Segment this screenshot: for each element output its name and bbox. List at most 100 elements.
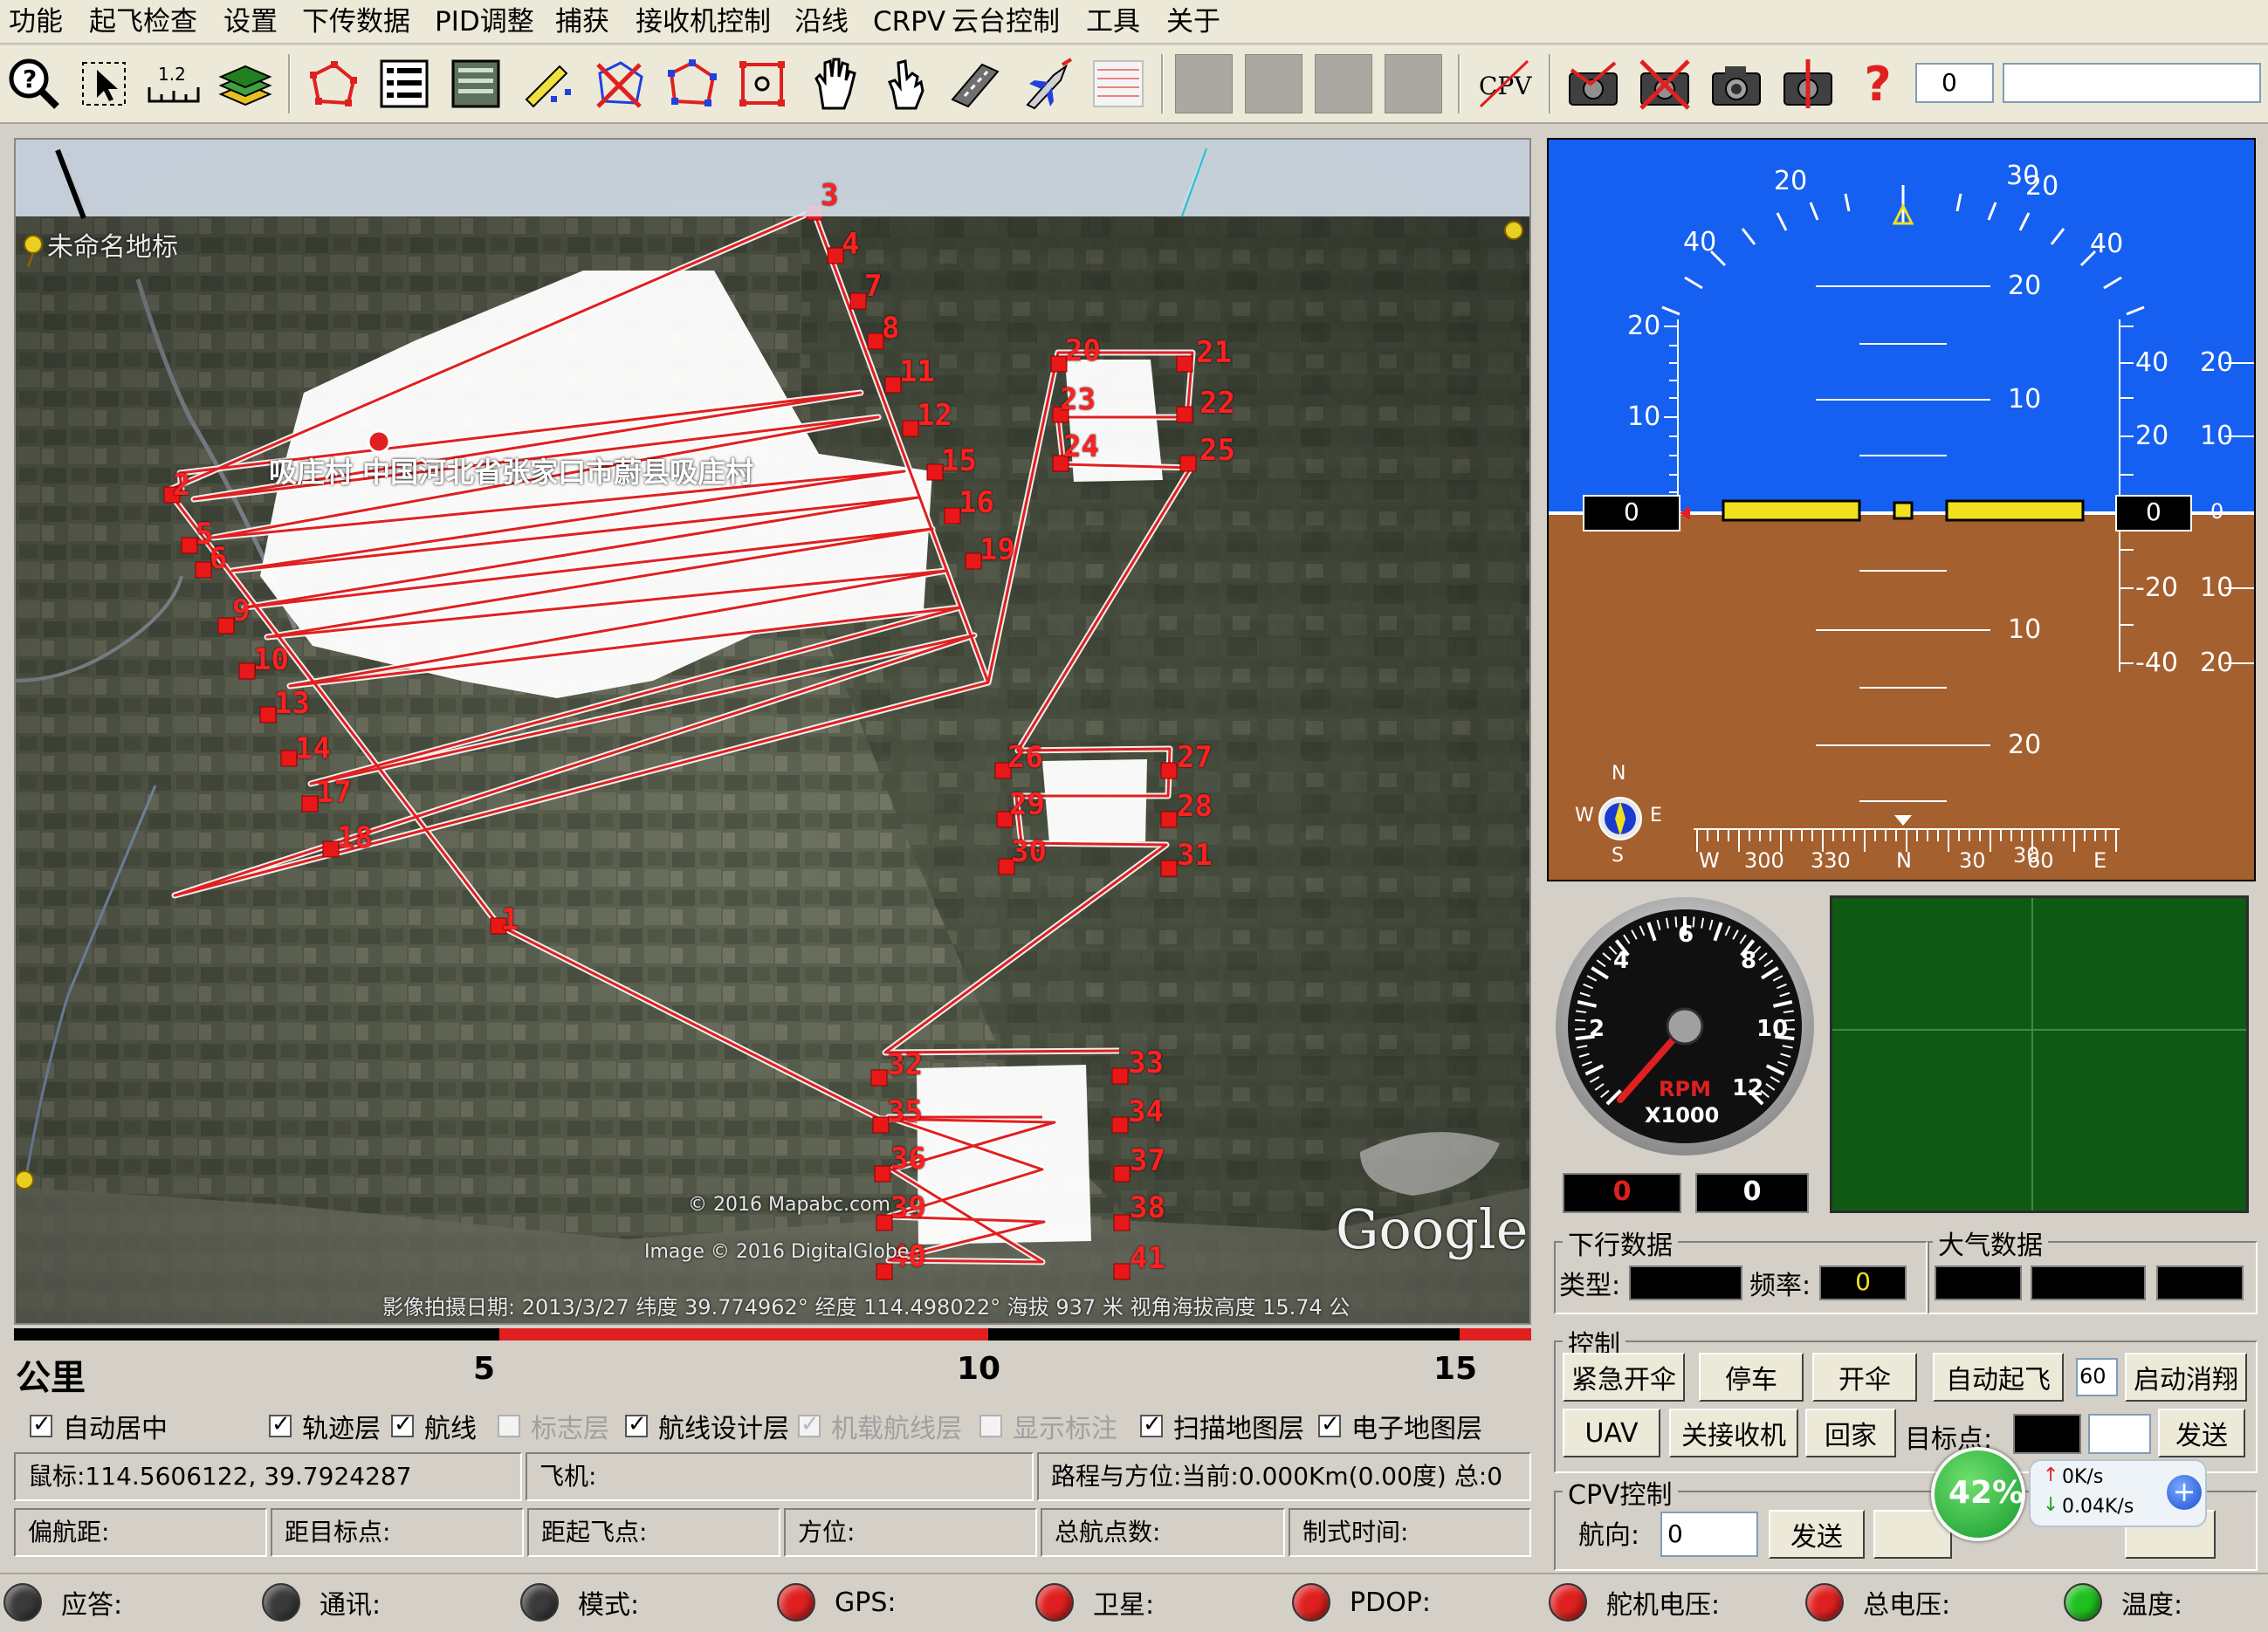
toolbar-text-input[interactable]	[2003, 63, 2261, 103]
map-place-label[interactable]: 吸庄村 中国河北省张家口市蔚县吸庄村	[269, 450, 753, 490]
checkbox-auto-center[interactable]: 自动居中	[30, 1407, 168, 1445]
disabled-button[interactable]	[1175, 54, 1233, 113]
menu-crpv[interactable]: CRPV	[873, 5, 945, 38]
waypoint-label[interactable]: 3	[821, 180, 838, 211]
waypoint-label[interactable]: 2	[173, 470, 190, 501]
waypoint-label[interactable]: 26	[1007, 742, 1043, 773]
disabled-button[interactable]	[1385, 54, 1442, 113]
disabled-button[interactable]	[1315, 54, 1372, 113]
camera-off-icon[interactable]	[1634, 52, 1695, 115]
hand-point-icon[interactable]	[873, 52, 934, 115]
checkbox-e-map-layer[interactable]: 电子地图层	[1318, 1407, 1482, 1445]
add-icon[interactable]: +	[2167, 1475, 2202, 1510]
menu-function[interactable]: 功能	[9, 5, 63, 38]
waypoint-label[interactable]: 33	[1128, 1047, 1164, 1079]
waypoint-label[interactable]: 38	[1130, 1192, 1165, 1224]
checkbox-track-layer[interactable]: 轨迹层	[269, 1407, 381, 1445]
engine-stop-button[interactable]: 停车	[1699, 1353, 1804, 1402]
menu-along-line[interactable]: 沿线	[794, 5, 849, 38]
checkbox-scan-map-layer[interactable]: 扫描地图层	[1140, 1407, 1304, 1445]
waypoint-label[interactable]: 31	[1177, 840, 1213, 871]
waypoint-label[interactable]: 25	[1199, 435, 1235, 466]
list-icon[interactable]	[374, 52, 435, 115]
waypoint-label[interactable]: 39	[890, 1192, 926, 1224]
menu-receiver[interactable]: 接收机控制	[636, 5, 771, 38]
waypoint-label[interactable]: 15	[941, 445, 977, 477]
menu-preflight[interactable]: 起飞检查	[89, 5, 197, 38]
waypoint-label[interactable]: 16	[959, 487, 994, 518]
waypoint-label[interactable]: 20	[1065, 335, 1101, 367]
waypoint-label[interactable]: 9	[232, 595, 250, 627]
takeoff-param-input[interactable]: 60	[2076, 1358, 2118, 1396]
waypoint-label[interactable]: 17	[316, 777, 352, 808]
counter-input[interactable]: 0	[1915, 63, 1994, 103]
cpv-heading-input[interactable]: 0	[1660, 1512, 1758, 1557]
waypoint-label[interactable]: 32	[887, 1049, 923, 1080]
menu-settings[interactable]: 设置	[223, 5, 278, 38]
receiver-off-button[interactable]: 关接收机	[1669, 1409, 1798, 1457]
checkbox-show-annotations[interactable]: 显示标注	[979, 1407, 1117, 1445]
target-frame-icon[interactable]	[732, 52, 793, 115]
waypoint-label[interactable]: 10	[253, 644, 289, 675]
menu-about[interactable]: 关于	[1166, 5, 1220, 38]
waypoint-label[interactable]: 24	[1063, 431, 1099, 463]
select-pointer-icon[interactable]	[73, 52, 134, 115]
waypoint-label[interactable]: 36	[890, 1143, 926, 1175]
edit-waypoint-icon[interactable]	[517, 52, 578, 115]
menu-download[interactable]: 下传数据	[302, 5, 410, 38]
waypoint-label[interactable]: 37	[1130, 1145, 1165, 1176]
waypoint-label[interactable]: 23	[1060, 384, 1096, 415]
cpv-send-button[interactable]: 发送	[1769, 1510, 1865, 1559]
menu-gimbal[interactable]: 云台控制	[952, 5, 1060, 38]
open-parachute-button[interactable]: 开伞	[1812, 1353, 1917, 1402]
waypoint-label[interactable]: 6	[210, 543, 227, 574]
waypoint-label[interactable]: 41	[1130, 1243, 1165, 1274]
waypoint-label[interactable]: 1	[501, 904, 519, 936]
data-panel-icon[interactable]	[445, 52, 506, 115]
waypoint-label[interactable]: 30	[1011, 836, 1047, 867]
waypoint-label[interactable]: 8	[882, 312, 899, 344]
checkbox-onboard-route-layer[interactable]: 机载航线层	[798, 1407, 962, 1445]
waypoint-label[interactable]: 19	[979, 534, 1015, 566]
runway-icon[interactable]	[945, 52, 1006, 115]
delete-polygon-icon[interactable]	[588, 52, 649, 115]
waypoint-label[interactable]: 35	[887, 1096, 923, 1128]
waypoint-label[interactable]: 28	[1177, 791, 1213, 822]
waypoint-label[interactable]: 18	[337, 822, 373, 854]
grid-lines-icon[interactable]	[1088, 52, 1149, 115]
uav-button[interactable]: UAV	[1563, 1409, 1660, 1457]
waypoint-label[interactable]: 11	[899, 356, 935, 387]
checkbox-route-design-layer[interactable]: 航线设计层	[625, 1407, 789, 1445]
camera-icon[interactable]	[1706, 52, 1767, 115]
map-placemark-label[interactable]: 未命名地标	[47, 225, 178, 264]
camera-film-icon[interactable]	[1563, 52, 1624, 115]
menu-tools[interactable]: 工具	[1086, 5, 1140, 38]
waypoint-label[interactable]: 21	[1196, 337, 1232, 368]
waypoint-label[interactable]: 12	[917, 400, 952, 431]
menu-capture[interactable]: 捕获	[555, 5, 609, 38]
checkbox-route[interactable]: 航线	[391, 1407, 477, 1445]
waypoint-label[interactable]: 22	[1199, 387, 1235, 419]
waypoint-label[interactable]: 14	[295, 733, 331, 765]
waypoint-label[interactable]: 27	[1177, 742, 1213, 773]
waypoint-label[interactable]: 7	[864, 271, 882, 302]
layers-icon[interactable]	[215, 52, 276, 115]
aircraft-launch-icon[interactable]	[1016, 52, 1077, 115]
polygon-draw-icon[interactable]	[302, 52, 363, 115]
checkbox-marker-layer[interactable]: 标志层	[498, 1407, 609, 1445]
waypoint-label[interactable]: 4	[842, 229, 859, 260]
polygon-edit-icon[interactable]	[660, 52, 721, 115]
help-icon[interactable]: ?	[1847, 52, 1908, 115]
waypoint-label[interactable]: 13	[274, 688, 310, 719]
hand-pan-icon[interactable]	[803, 52, 864, 115]
zoom-help-icon[interactable]: ?	[3, 52, 65, 115]
camera-trigger-icon[interactable]	[1777, 52, 1838, 115]
scale-ruler-icon[interactable]: 1.2	[143, 52, 204, 115]
disabled-button[interactable]	[1245, 54, 1302, 113]
satellite-map[interactable]: 1 2 3 4 5 6 7 8 9 10 11 12 13 14 15 16 1…	[14, 138, 1531, 1325]
cancel-glide-button[interactable]: 启动消翔	[2125, 1353, 2247, 1402]
cpv-icon[interactable]: CPV	[1474, 52, 1535, 115]
menu-pid[interactable]: PID调整	[435, 5, 534, 38]
waypoint-label[interactable]: 34	[1128, 1096, 1164, 1128]
auto-takeoff-button[interactable]: 自动起飞	[1933, 1353, 2064, 1402]
